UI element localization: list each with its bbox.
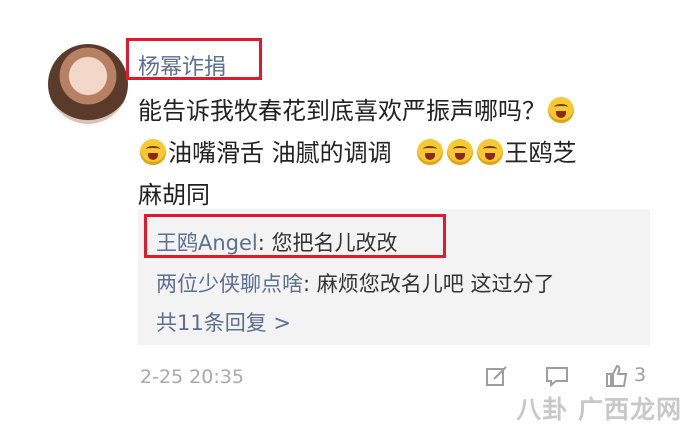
like-count: 3 [634,364,647,386]
highlight-box-reply [144,214,446,258]
comment-text: 能告诉我牧春花到底喜欢严振声哪吗？ 油嘴滑舌 油腻的调调 王鸥芝 麻胡同 [138,97,577,209]
reply-item[interactable]: 两位少侠聊点啥: 麻烦您改名儿吧 这过分了 [156,268,554,298]
comment-timestamp: 2-25 20:35 [140,366,244,388]
laugh-cry-emoji [548,97,574,123]
edit-icon[interactable] [484,363,510,389]
watermark-text: 八卦 广西龙网 [516,395,682,424]
comment-username[interactable]: 杨幂诈捐 [138,49,226,81]
reply-text: 麻烦您改名儿吧 这过分了 [316,272,555,296]
laugh-cry-emoji [446,139,473,165]
laugh-cry-emoji [476,139,503,165]
comment-icon[interactable] [544,363,570,389]
more-replies-link[interactable]: 共11条回复 > [156,307,291,337]
like-icon[interactable] [604,363,630,389]
laugh-cry-emoji [140,139,166,165]
laugh-cry-emoji [416,139,443,165]
reply-username[interactable]: 两位少侠聊点啥 [156,272,303,296]
avatar[interactable] [48,44,128,124]
